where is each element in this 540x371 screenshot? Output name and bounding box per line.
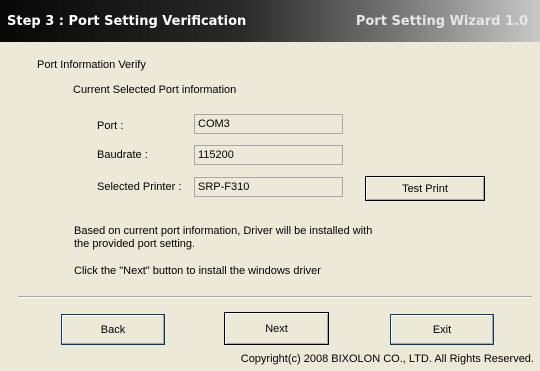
next-button[interactable]: Next (224, 312, 329, 345)
copyright-text: Copyright(c) 2008 BIXOLON CO., LTD. All … (240, 353, 534, 365)
baudrate-label: Baudrate : (97, 149, 148, 161)
wizard-name: Port Setting Wizard 1.0 (355, 14, 528, 29)
back-button[interactable]: Back (61, 314, 165, 345)
instruction-message: Click the "Next" button to install the w… (74, 265, 321, 277)
port-field: COM3 (194, 114, 343, 134)
info-message-line1: Based on current port information, Drive… (74, 225, 373, 237)
section-title: Port Information Verify (37, 59, 146, 71)
separator-line (18, 296, 532, 298)
section-subtitle: Current Selected Port information (73, 84, 237, 96)
wizard-header: Step 3 : Port Setting Verification Port … (0, 0, 540, 42)
printer-field: SRP-F310 (194, 177, 343, 197)
step-title: Step 3 : Port Setting Verification (7, 14, 247, 29)
exit-button[interactable]: Exit (390, 314, 494, 345)
info-message-line2: the provided port setting. (74, 238, 196, 250)
port-label: Port : (97, 120, 124, 132)
printer-label: Selected Printer : (97, 181, 182, 193)
test-print-button[interactable]: Test Print (365, 176, 485, 201)
baudrate-field: 115200 (194, 145, 343, 165)
